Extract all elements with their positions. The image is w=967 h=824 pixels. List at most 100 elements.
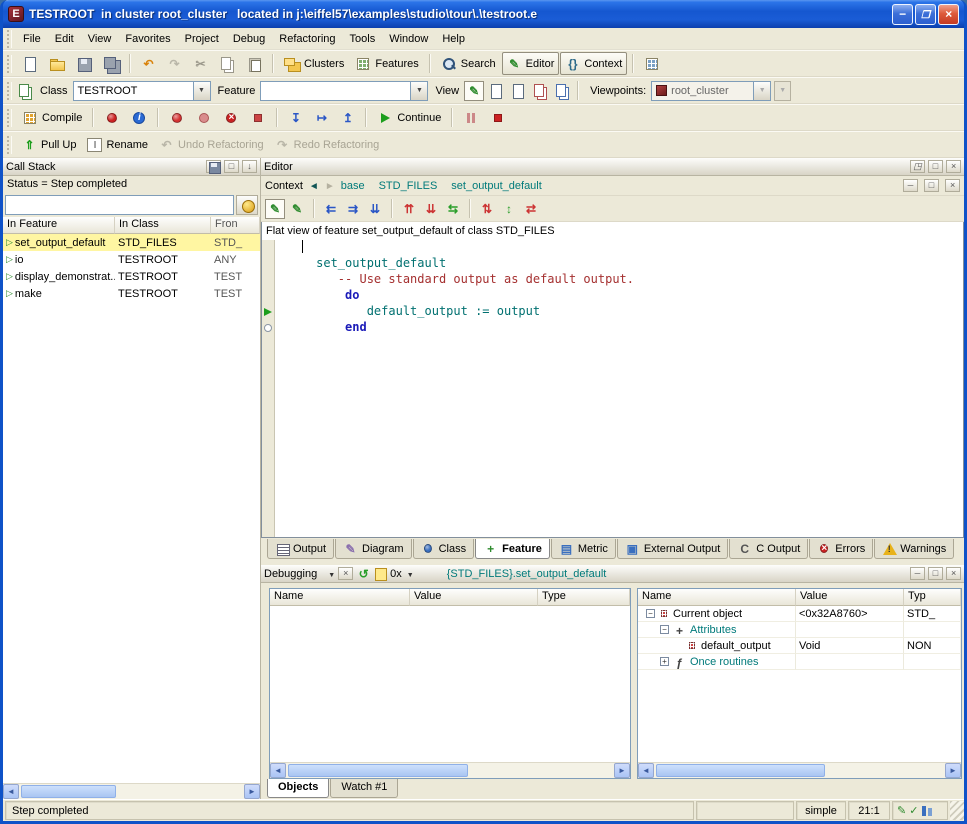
ancestor-versions-button[interactable]: ↕ [499,199,519,219]
show-breakpoints-button[interactable] [245,106,271,129]
toolbar-grip[interactable] [7,55,12,73]
scroll-track[interactable] [19,784,244,799]
locals-rows[interactable] [270,606,630,762]
open-button[interactable] [44,52,70,75]
tab-class[interactable]: Class [413,539,475,559]
toolbar-grip[interactable] [7,136,12,154]
float-panel-icon[interactable] [224,160,239,173]
breadcrumb-link[interactable]: set_output_default [451,180,542,192]
pull-up-button[interactable]: ⇑Pull Up [17,133,81,156]
breadcrumb-link[interactable]: base [341,180,365,192]
menu-grip[interactable] [7,30,12,48]
tab-c-output[interactable]: CC Output [729,539,808,559]
pause-button[interactable] [458,106,484,129]
disable-breakpoints-button[interactable] [191,106,217,129]
scroll-left-icon[interactable] [3,784,19,799]
undo-refactoring-button[interactable]: ↶Undo Refactoring [154,133,269,156]
step-into-button[interactable]: ↧ [283,106,308,129]
class-combobox[interactable]: TESTROOT [73,81,211,101]
compile-button[interactable]: Compile [17,106,87,129]
search-button[interactable]: Search [436,52,501,75]
features-button[interactable]: Features [350,52,423,75]
editor-margin[interactable] [262,240,275,537]
dock-panel-icon[interactable] [242,160,257,173]
scroll-thumb[interactable] [288,764,468,777]
feature-combobox-arrow-icon[interactable] [410,82,427,100]
step-out-button[interactable]: ↥ [335,106,360,129]
remove-breakpoints-button[interactable] [218,106,244,129]
hex-format-icon[interactable] [374,567,387,580]
scroll-track[interactable] [654,763,945,778]
viewpoints-combobox-arrow-icon[interactable] [753,82,770,100]
call-stack-row[interactable]: ▷set_output_defaultSTD_FILESSTD_ [3,234,260,251]
code-line[interactable]: do [280,288,963,304]
view-editor-button[interactable]: ✎ [464,81,484,101]
ancestors-button[interactable]: ⇈ [399,199,419,219]
object-tree-row[interactable]: −+Attributes [638,622,961,638]
menu-edit[interactable]: Edit [48,30,81,48]
callees-button[interactable]: ⇉ [343,199,363,219]
menu-window[interactable]: Window [382,30,435,48]
descendants-button[interactable]: ⇊ [421,199,441,219]
tab-output[interactable]: Output [267,539,334,559]
column-header[interactable]: Type [538,589,630,606]
code-line[interactable] [280,240,963,256]
clusters-button[interactable]: Clusters [279,52,349,75]
restore-button[interactable] [915,4,936,25]
tab-diagram[interactable]: ✎Diagram [335,539,412,559]
edit-feature-button[interactable]: ✎ [265,199,285,219]
column-header[interactable]: Value [796,589,904,606]
exception-handling-icon[interactable]: ↺ [356,566,371,582]
tree-expander[interactable]: − [646,609,655,618]
tab-metric[interactable]: ▤Metric [551,539,616,559]
menu-view[interactable]: View [81,30,119,48]
context-button[interactable]: {}Context [560,52,627,75]
stop-button[interactable] [485,106,511,129]
edit-class-button[interactable]: ✎ [287,199,307,219]
viewpoints-combobox[interactable]: root_cluster [651,81,771,101]
editor-button[interactable]: ✎Editor [502,52,560,75]
scroll-right-icon[interactable] [244,784,260,799]
view-interface-button[interactable] [530,81,550,101]
scroll-left-icon[interactable] [638,763,654,778]
redo-button[interactable]: ↷ [162,52,187,75]
close-debug-tool-icon[interactable] [338,567,353,580]
paste-button[interactable] [241,52,267,75]
scroll-thumb[interactable] [656,764,825,777]
current-line-icon[interactable] [264,308,272,316]
menu-debug[interactable]: Debug [226,30,272,48]
breadcrumb-link[interactable]: STD_FILES [379,180,438,192]
enable-breakpoints-button[interactable] [164,106,190,129]
column-header[interactable]: Value [410,589,538,606]
new-document-button[interactable] [17,52,43,75]
cut-button[interactable]: ✂ [188,52,213,75]
view-flat-contract-button[interactable] [552,81,572,101]
tree-expander[interactable]: + [660,657,669,666]
toolbar-grip[interactable] [7,109,12,127]
app-icon[interactable] [8,6,24,22]
close-context-icon[interactable] [945,179,960,192]
objects-rows[interactable]: −Current object<0x32A8760>STD_−+Attribut… [638,606,961,762]
drop-target-icon[interactable] [236,195,258,215]
toolbar-grip[interactable] [7,82,12,100]
scroll-right-icon[interactable] [945,763,961,778]
call-stack-row[interactable]: ▷makeTESTROOTTEST [3,285,260,302]
view-flat-button[interactable] [486,81,506,101]
object-tree-row[interactable]: +ƒOnce routines [638,654,961,670]
copy-button[interactable] [214,52,240,75]
code-area[interactable]: set_output_default -- Use standard outpu… [276,240,963,537]
clients-button[interactable]: ⇆ [443,199,463,219]
scroll-left-icon[interactable] [270,763,286,778]
column-header[interactable]: Fron [211,217,260,234]
callers-button[interactable]: ⇇ [321,199,341,219]
column-header[interactable]: Name [270,589,410,606]
feature-combobox[interactable] [260,81,428,101]
scroll-right-icon[interactable] [614,763,630,778]
diagram-tool-button[interactable] [639,52,665,75]
view-contract-button[interactable] [508,81,528,101]
tab-watch-1[interactable]: Watch #1 [330,779,398,798]
info-button[interactable] [126,106,152,129]
menu-file[interactable]: File [16,30,48,48]
editor-body[interactable]: Flat view of feature set_output_default … [261,222,964,538]
column-header[interactable]: In Feature [3,217,115,234]
